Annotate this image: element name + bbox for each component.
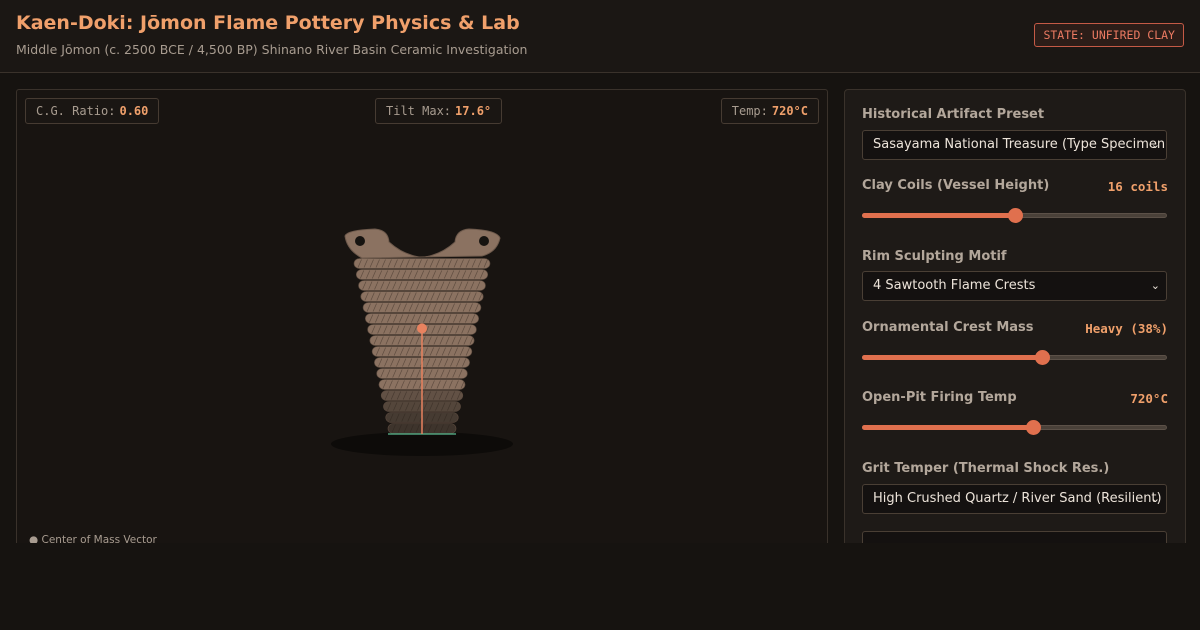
coils-label: Clay Coils (Vessel Height)	[862, 178, 1050, 193]
grit-temper-label: Grit Temper (Thermal Shock Res.)	[862, 461, 1110, 476]
slider-fill	[862, 425, 1033, 430]
app-header: Kaen-Doki: Jōmon Flame Pottery Physics &…	[0, 0, 1200, 73]
preset-label: Historical Artifact Preset	[862, 107, 1045, 122]
rim-hole-right	[479, 236, 489, 246]
coils-value: 16 coils	[1107, 179, 1168, 194]
page-background	[0, 543, 1200, 630]
rim-motif-select[interactable]: 4 Sawtooth Flame Crests ⌄	[862, 271, 1167, 301]
grit-temper-select[interactable]: High Crushed Quartz / River Sand (Resili…	[862, 484, 1167, 514]
control-panel: Historical Artifact Preset Sasayama Nati…	[844, 89, 1186, 561]
grit-temper-value: High Crushed Quartz / River Sand (Resili…	[873, 491, 1162, 506]
center-of-mass-marker	[417, 323, 427, 334]
app-subtitle: Middle Jōmon (c. 2500 BCE / 4,500 BP) Sh…	[16, 42, 528, 57]
flame-rim-crest	[344, 228, 501, 259]
artifact-preset-select[interactable]: Sasayama National Treasure (Type Specime…	[862, 130, 1167, 160]
motif-label: Rim Sculpting Motif	[862, 249, 1007, 264]
slider-fill	[862, 355, 1042, 360]
rim-motif-value: 4 Sawtooth Flame Crests	[873, 278, 1036, 293]
slider-thumb[interactable]	[1007, 208, 1023, 223]
vessel-render	[331, 228, 513, 456]
artifact-preset-value: Sasayama National Treasure (Type Specime…	[873, 137, 1167, 152]
slider-thumb[interactable]	[1034, 350, 1050, 365]
chevron-down-icon: ⌄	[1150, 492, 1160, 505]
clay-coil	[365, 313, 479, 324]
app-title: Kaen-Doki: Jōmon Flame Pottery Physics &…	[16, 12, 520, 34]
coils-slider[interactable]	[862, 208, 1167, 224]
slider-thumb[interactable]	[1025, 420, 1041, 435]
chevron-down-icon: ⌄	[1150, 138, 1160, 151]
state-badge: STATE: UNFIRED CLAY	[1034, 23, 1184, 47]
firing-temp-slider[interactable]	[862, 420, 1167, 436]
crest-mass-slider[interactable]	[862, 350, 1167, 366]
rim-hole-left	[355, 236, 365, 246]
crest-mass-label: Ornamental Crest Mass	[862, 320, 1034, 335]
slider-fill	[862, 213, 1015, 218]
chevron-down-icon: ⌄	[1150, 279, 1160, 292]
vessel-shadow	[331, 432, 513, 456]
firing-temp-value: 720°C	[1130, 391, 1168, 406]
crest-mass-value: Heavy (38%)	[1085, 321, 1168, 336]
vessel-viewport: C.G. Ratio: 0.60 Tilt Max: 17.6° Temp: 720°…	[16, 89, 828, 550]
firing-temp-label: Open-Pit Firing Temp	[862, 390, 1017, 405]
